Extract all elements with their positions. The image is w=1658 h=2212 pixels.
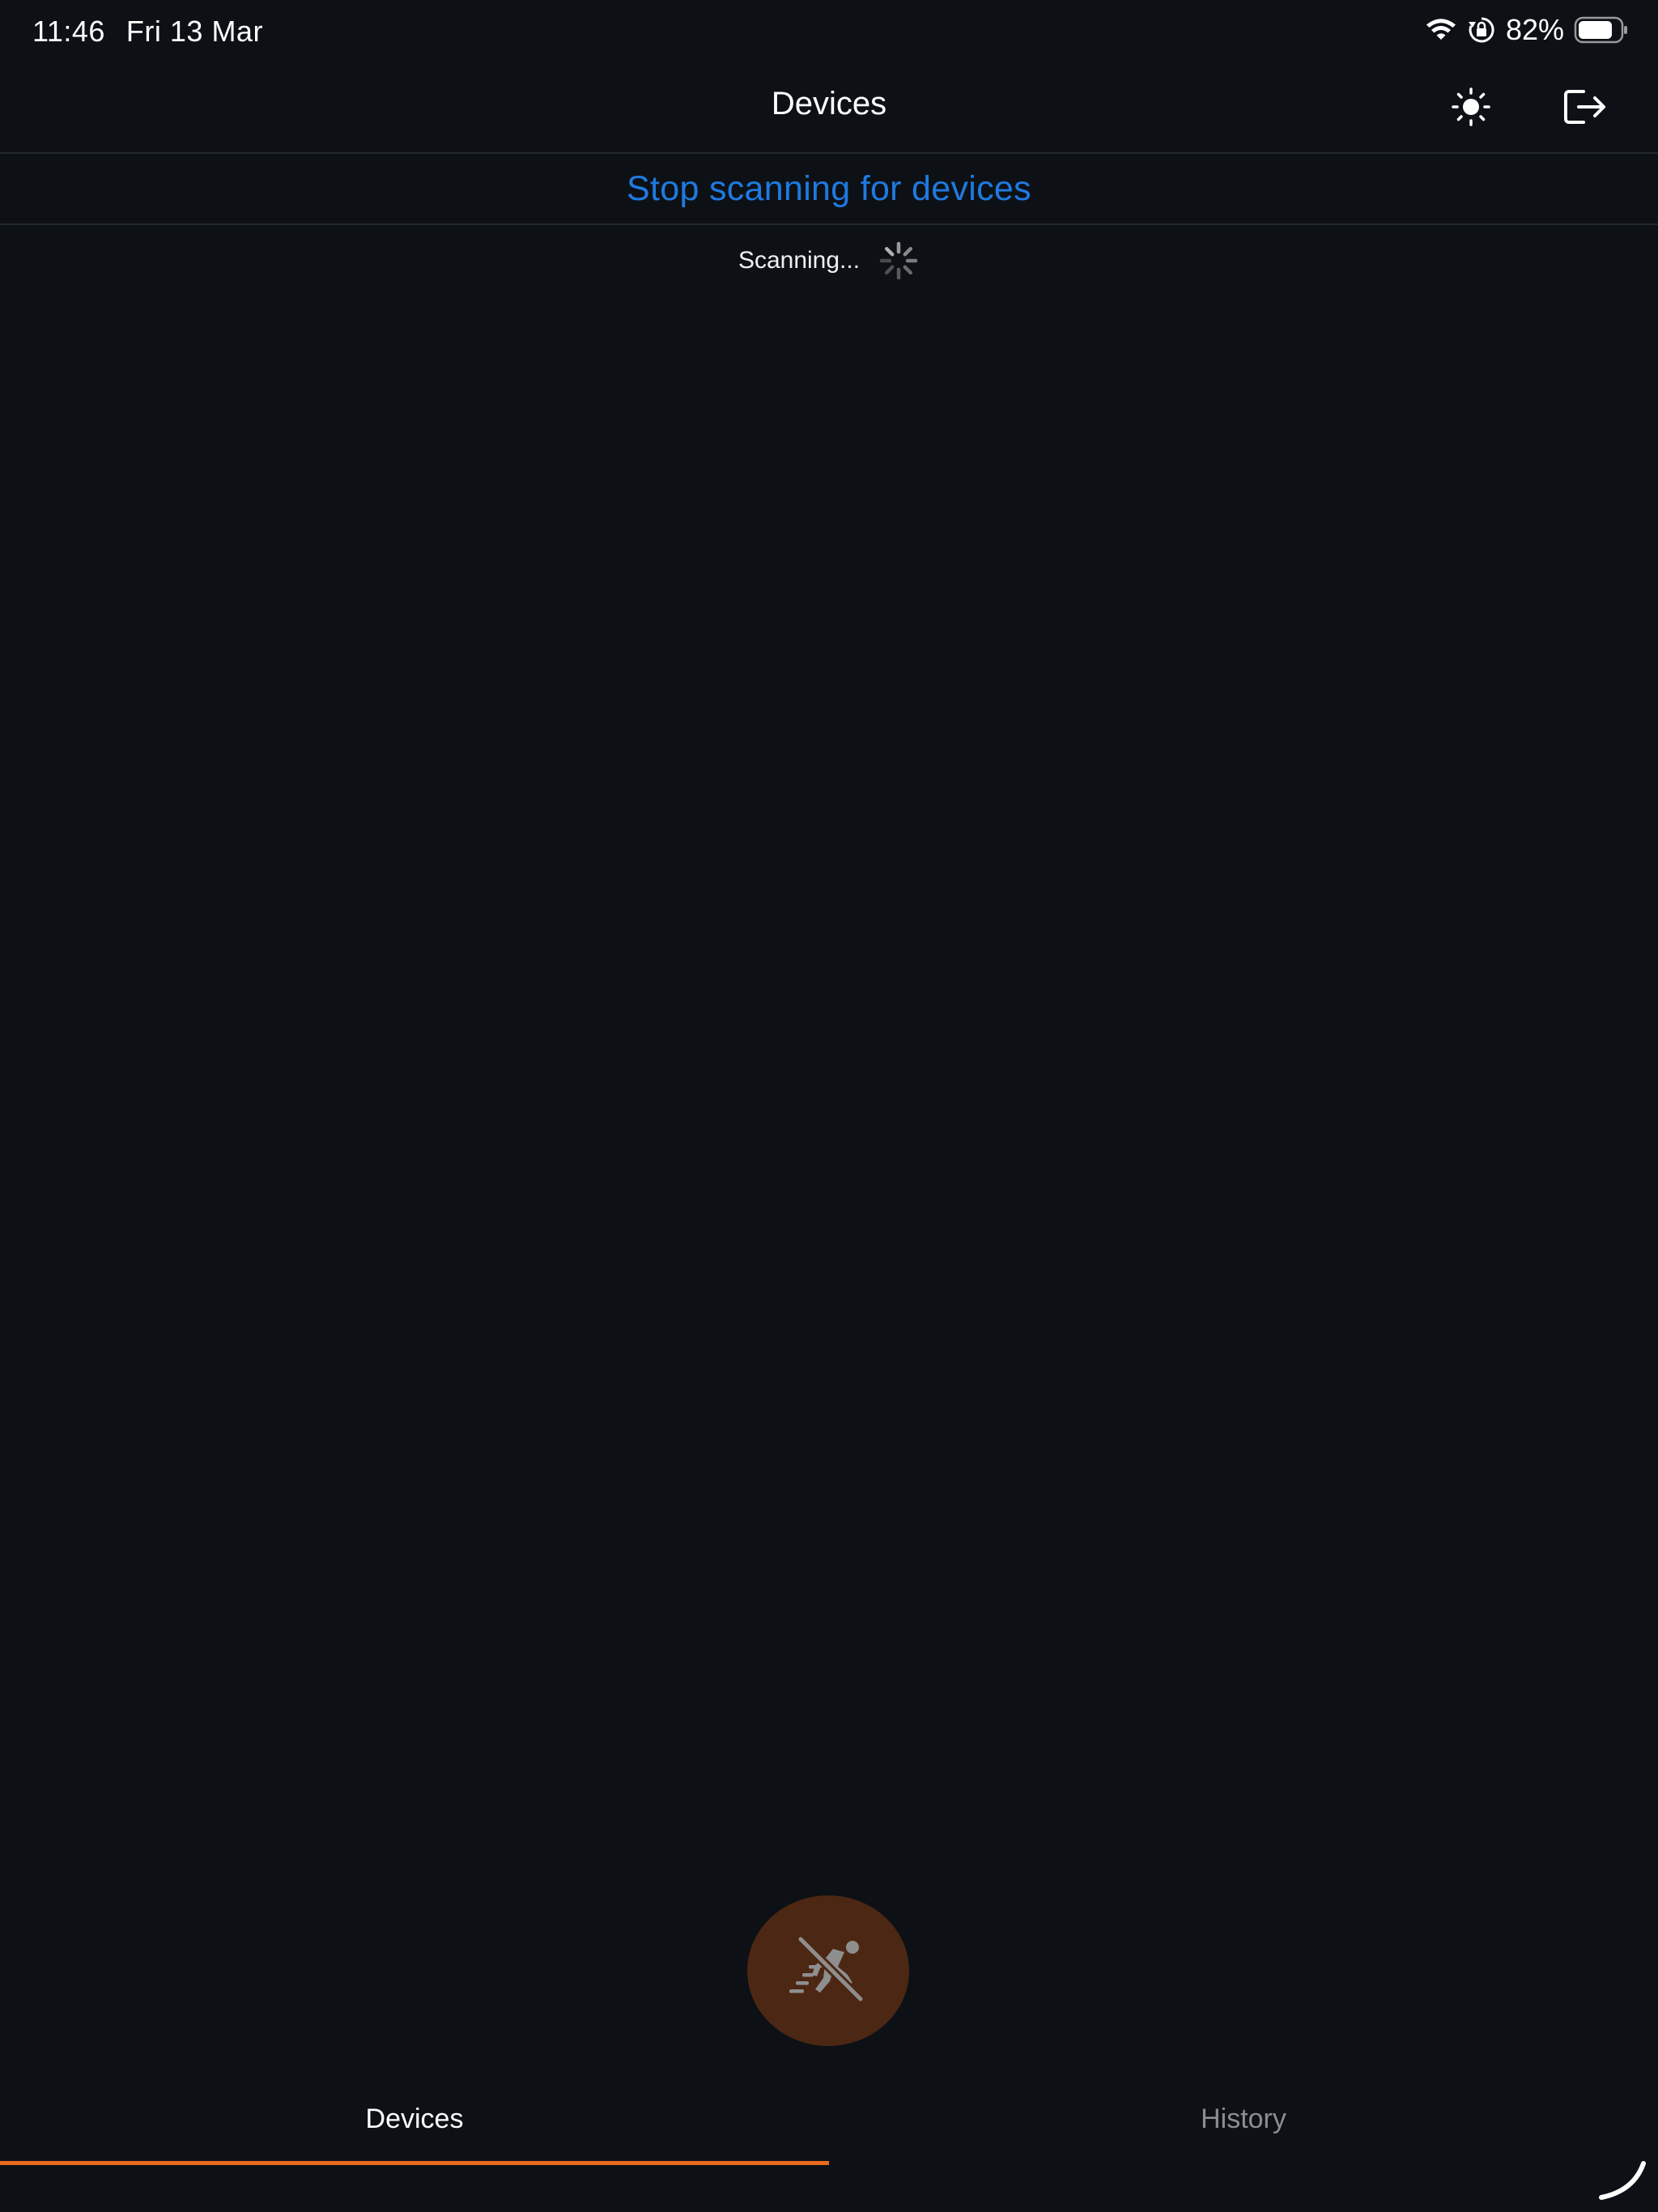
status-indicators: 82% — [1425, 13, 1629, 47]
page-title: Devices — [771, 86, 887, 121]
loading-spinner-icon — [879, 241, 918, 280]
status-datetime: 11:46 Fri 13 Mar — [32, 15, 263, 49]
sun-icon — [1452, 87, 1490, 126]
battery-percent: 82% — [1505, 13, 1564, 46]
tab-history-label: History — [1201, 2104, 1286, 2134]
logout-button[interactable] — [1561, 83, 1609, 131]
tab-history[interactable]: History — [829, 2073, 1658, 2163]
no-running-icon — [789, 1934, 865, 2004]
scanning-label: Scanning... — [738, 247, 861, 274]
wifi-icon — [1425, 17, 1457, 43]
stop-scanning-button[interactable]: Stop scanning for devices — [627, 169, 1031, 209]
logout-icon — [1564, 90, 1605, 124]
devices-screen: 11:46 Fri 13 Mar 82% Devices Stop scanni… — [0, 0, 1658, 2212]
battery-icon — [1574, 16, 1629, 44]
active-tab-indicator — [0, 2161, 829, 2165]
status-bar: 11:46 Fri 13 Mar 82% — [0, 0, 1658, 62]
nav-header: Devices — [0, 62, 1658, 154]
bottom-tab-bar: Devices History — [0, 2073, 1658, 2163]
activity-fab-button[interactable] — [747, 1895, 909, 2046]
status-date: Fri 13 Mar — [125, 15, 263, 48]
status-time: 11:46 — [32, 15, 105, 48]
corner-curve-icon — [1599, 2161, 1646, 2200]
scan-control-bar: Stop scanning for devices — [0, 154, 1658, 225]
tab-devices[interactable]: Devices — [0, 2073, 829, 2163]
tab-devices-label: Devices — [365, 2104, 464, 2134]
rotation-lock-icon — [1467, 15, 1496, 45]
theme-toggle-button[interactable] — [1447, 83, 1495, 131]
scan-status: Scanning... — [0, 240, 1658, 282]
